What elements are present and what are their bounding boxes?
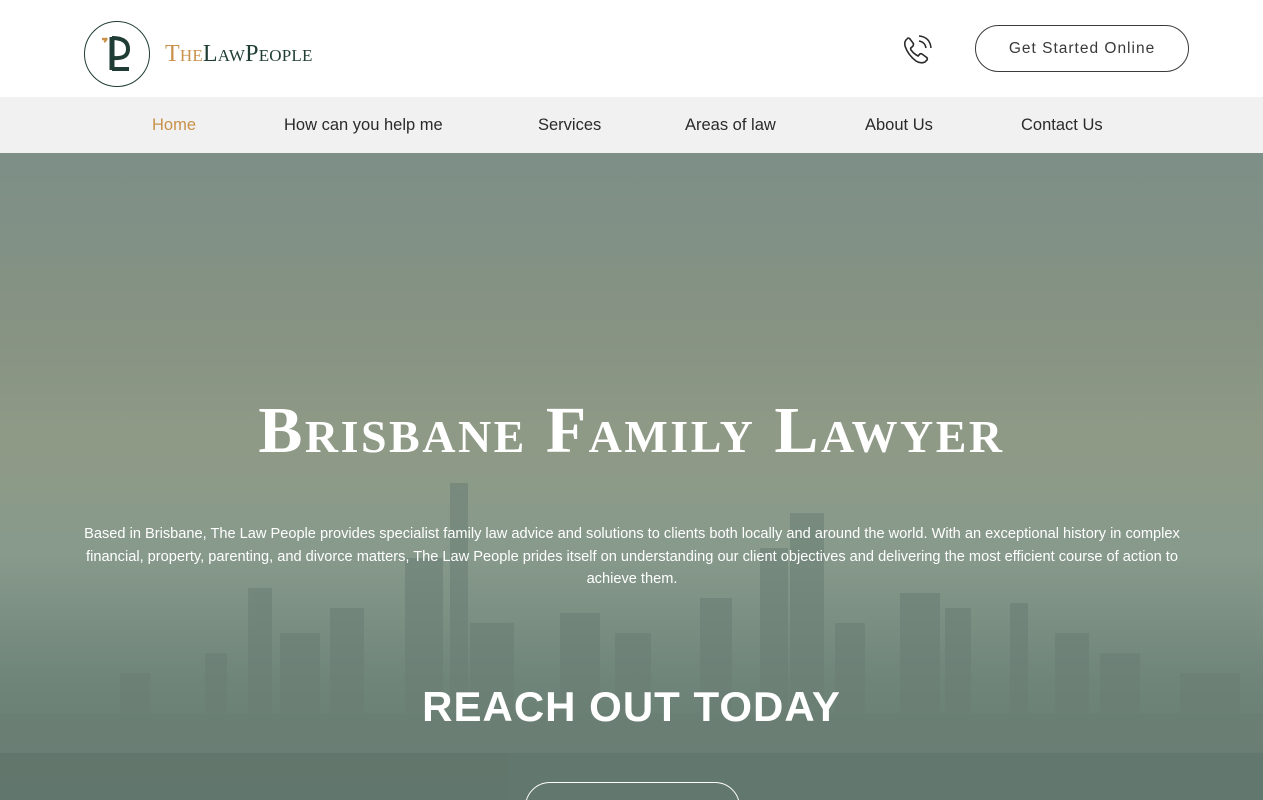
main-nav: Home How can you help me Services Areas … xyxy=(0,97,1263,153)
reach-out-heading: REACH OUT TODAY xyxy=(422,683,841,730)
nav-item-contact-us[interactable]: Contact Us xyxy=(1021,97,1103,153)
nav-item-how-can-you-help-me[interactable]: How can you help me xyxy=(284,97,443,153)
logo-word-lawpeople: LawPeople xyxy=(202,41,313,67)
phone-ringing-icon[interactable] xyxy=(900,33,934,67)
logo-word-the: The xyxy=(165,41,203,67)
logo-monogram[interactable] xyxy=(84,21,150,87)
hero-contact-button[interactable] xyxy=(525,782,740,800)
nav-item-areas-of-law[interactable]: Areas of law xyxy=(685,97,776,153)
hero-title: Brisbane Family Lawyer xyxy=(258,394,1005,467)
logo-wordmark[interactable]: TheLawPeople xyxy=(165,40,313,68)
logo-monogram-icon xyxy=(102,36,131,71)
nav-item-home[interactable]: Home xyxy=(152,97,196,153)
hero-description: Based in Brisbane, The Law People provid… xyxy=(84,526,1180,587)
hero-section: Brisbane Family Lawyer Based in Brisbane… xyxy=(0,153,1263,800)
site-header: TheLawPeople Get Started Online xyxy=(0,0,1263,97)
nav-item-about-us[interactable]: About Us xyxy=(865,97,933,153)
get-started-button[interactable]: Get Started Online xyxy=(975,25,1189,72)
nav-item-services[interactable]: Services xyxy=(538,97,601,153)
